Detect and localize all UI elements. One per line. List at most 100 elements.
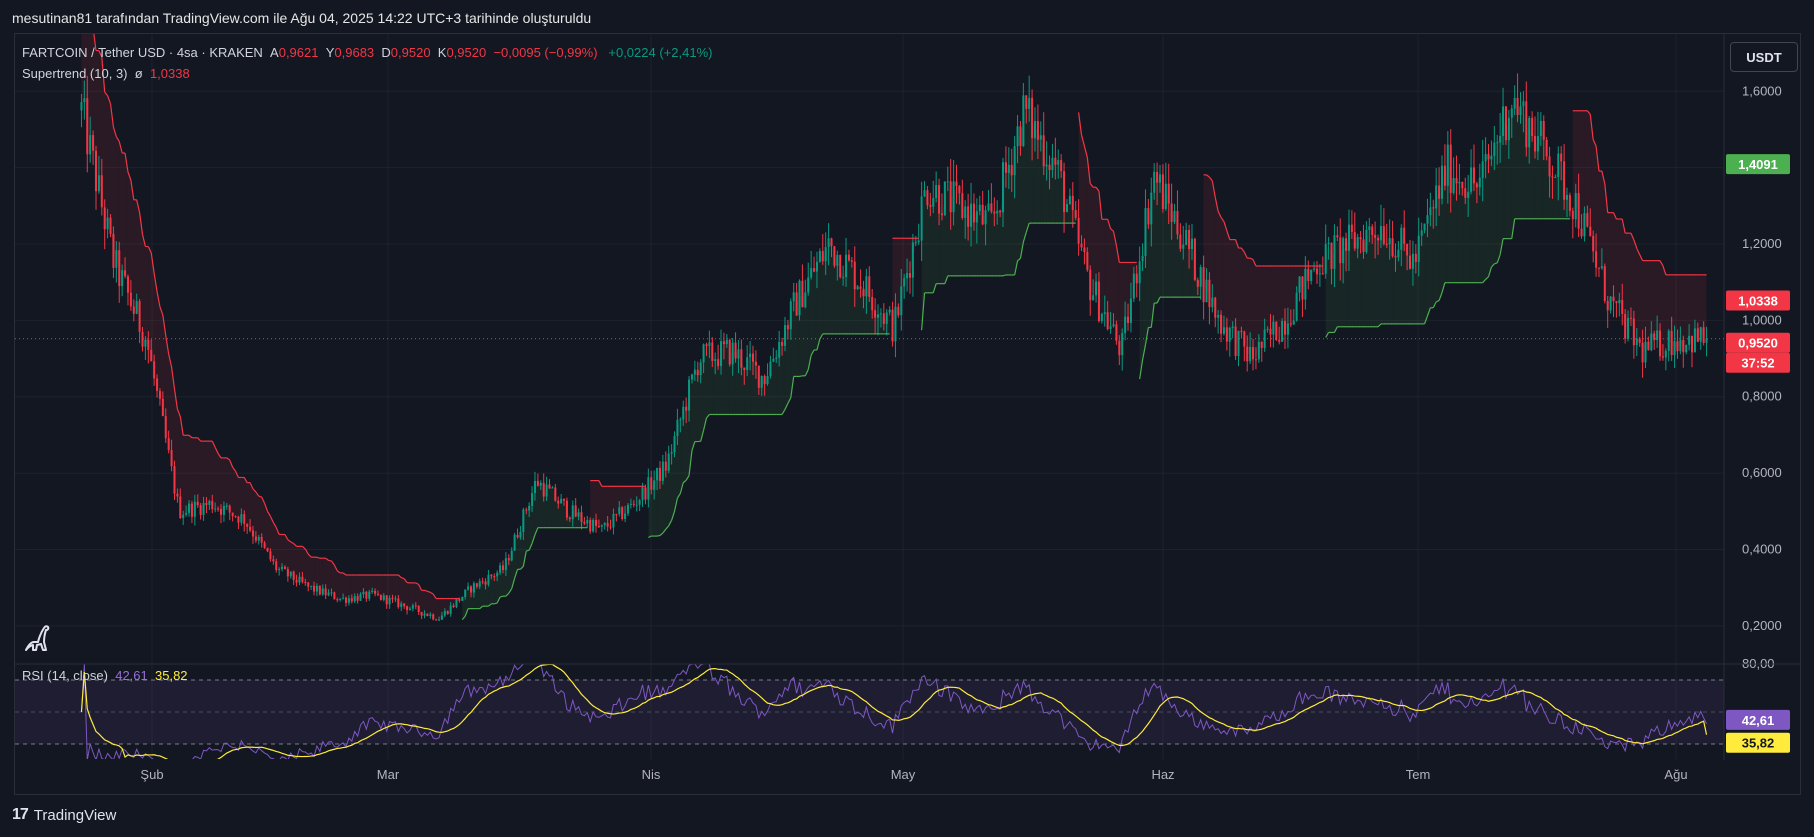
candle-body xyxy=(1220,314,1223,334)
candle-body xyxy=(1074,210,1077,218)
price-label-supertrend-up: 1,4091 xyxy=(1738,157,1778,172)
candle-body xyxy=(394,598,397,600)
candle-body xyxy=(440,615,443,620)
supertrend-segment xyxy=(258,495,262,498)
candle-body xyxy=(1359,237,1362,240)
candle-body xyxy=(1007,164,1010,173)
candle-body xyxy=(789,301,792,330)
candle-body xyxy=(589,519,592,532)
candle-body xyxy=(679,419,682,421)
x-tick-label: Ağu xyxy=(1664,767,1687,782)
candle-body xyxy=(1635,338,1638,346)
candle-body xyxy=(374,590,377,594)
supertrend-legend[interactable]: Supertrend (10, 3) ø 1,0338 xyxy=(22,66,190,81)
candle-body xyxy=(891,309,894,342)
candle-body xyxy=(1403,227,1406,244)
candle-body xyxy=(342,597,345,599)
supertrend-fill xyxy=(819,256,823,340)
candle-body xyxy=(304,581,307,583)
candle-body xyxy=(592,519,595,532)
candle-body xyxy=(871,296,874,311)
supertrend-fill xyxy=(1616,219,1620,303)
candle-body xyxy=(330,592,333,594)
candle-body xyxy=(469,586,473,593)
supertrend-fill xyxy=(1488,156,1492,277)
candle-body xyxy=(1190,238,1193,250)
candle-body xyxy=(1417,235,1420,262)
candle-body xyxy=(254,536,257,541)
candle-body xyxy=(1449,144,1452,193)
candle-body xyxy=(751,353,755,362)
candle-body xyxy=(1615,301,1618,304)
candle-body xyxy=(1426,215,1429,224)
candle-body xyxy=(621,507,624,520)
y-tick-label: 0,4000 xyxy=(1742,541,1782,556)
candle-body xyxy=(1295,292,1298,321)
symbol-legend[interactable]: FARTCOIN / Tether USD · 4sa · KRAKEN A0,… xyxy=(22,45,712,60)
candle-body xyxy=(1086,252,1089,270)
candle-body xyxy=(688,379,691,411)
footer-brand[interactable]: 17 TradingView xyxy=(12,806,116,824)
candle-body xyxy=(615,513,618,515)
candle-body xyxy=(1039,135,1042,140)
supertrend-fill xyxy=(1459,182,1463,283)
candle-body xyxy=(1022,95,1025,147)
supertrend-fill xyxy=(133,199,137,311)
candle-body xyxy=(818,251,821,262)
candle-body xyxy=(185,512,188,515)
price-chart[interactable]: 1,60001,40001,20001,00000,80000,60000,40… xyxy=(0,0,1814,837)
candle-body xyxy=(618,507,621,515)
candle-body xyxy=(1199,267,1202,287)
currency-button[interactable]: USDT xyxy=(1730,42,1798,72)
candle-body xyxy=(577,512,580,517)
candle-body xyxy=(1548,156,1551,177)
candle-body xyxy=(414,605,417,607)
candle-body xyxy=(1292,320,1295,325)
candle-body xyxy=(772,358,775,362)
candle-body xyxy=(249,526,252,531)
candle-body xyxy=(1231,326,1234,328)
candle-body xyxy=(382,595,385,600)
candle-body xyxy=(109,217,112,234)
candle-body xyxy=(597,526,600,528)
candle-body xyxy=(475,583,478,587)
candle-body xyxy=(403,603,406,607)
candle-body xyxy=(609,526,612,528)
candle-body xyxy=(1397,249,1400,258)
candle-body xyxy=(1353,232,1356,249)
candle-body xyxy=(1002,162,1005,213)
candle-body xyxy=(815,261,818,272)
rsi-value-label: 42,61 xyxy=(1742,713,1775,728)
candle-body xyxy=(1147,208,1150,225)
candle-body xyxy=(400,603,403,608)
y-tick-label: 1,6000 xyxy=(1742,83,1782,98)
candle-body xyxy=(516,534,519,538)
candle-body xyxy=(923,190,926,197)
rsi-value: 42,61 xyxy=(115,668,148,683)
candle-body xyxy=(1188,230,1191,250)
candle-body xyxy=(211,500,214,510)
candle-body xyxy=(1089,269,1092,301)
candle-body xyxy=(1205,279,1208,303)
candle-body xyxy=(531,493,534,506)
candle-body xyxy=(80,102,83,111)
candle-body xyxy=(260,536,263,543)
candle-body xyxy=(1048,164,1051,170)
candle-body xyxy=(1568,194,1571,211)
candle-body xyxy=(1472,167,1475,184)
candle-body xyxy=(391,598,394,600)
candle-body xyxy=(385,595,388,605)
candle-body xyxy=(1499,136,1502,143)
candle-body xyxy=(1127,316,1130,324)
supertrend-fill xyxy=(1607,212,1611,306)
candle-body xyxy=(333,592,336,600)
candle-body xyxy=(1135,273,1138,284)
candle-body xyxy=(629,503,632,505)
candle-body xyxy=(1141,256,1144,262)
rsi-legend[interactable]: RSI (14, close) 42,61 35,82 xyxy=(22,668,188,683)
supertrend-segment xyxy=(1002,274,1007,277)
candle-body xyxy=(1502,106,1505,137)
candle-body xyxy=(932,198,935,207)
candle-body xyxy=(1385,243,1388,245)
candle-body xyxy=(708,342,711,346)
